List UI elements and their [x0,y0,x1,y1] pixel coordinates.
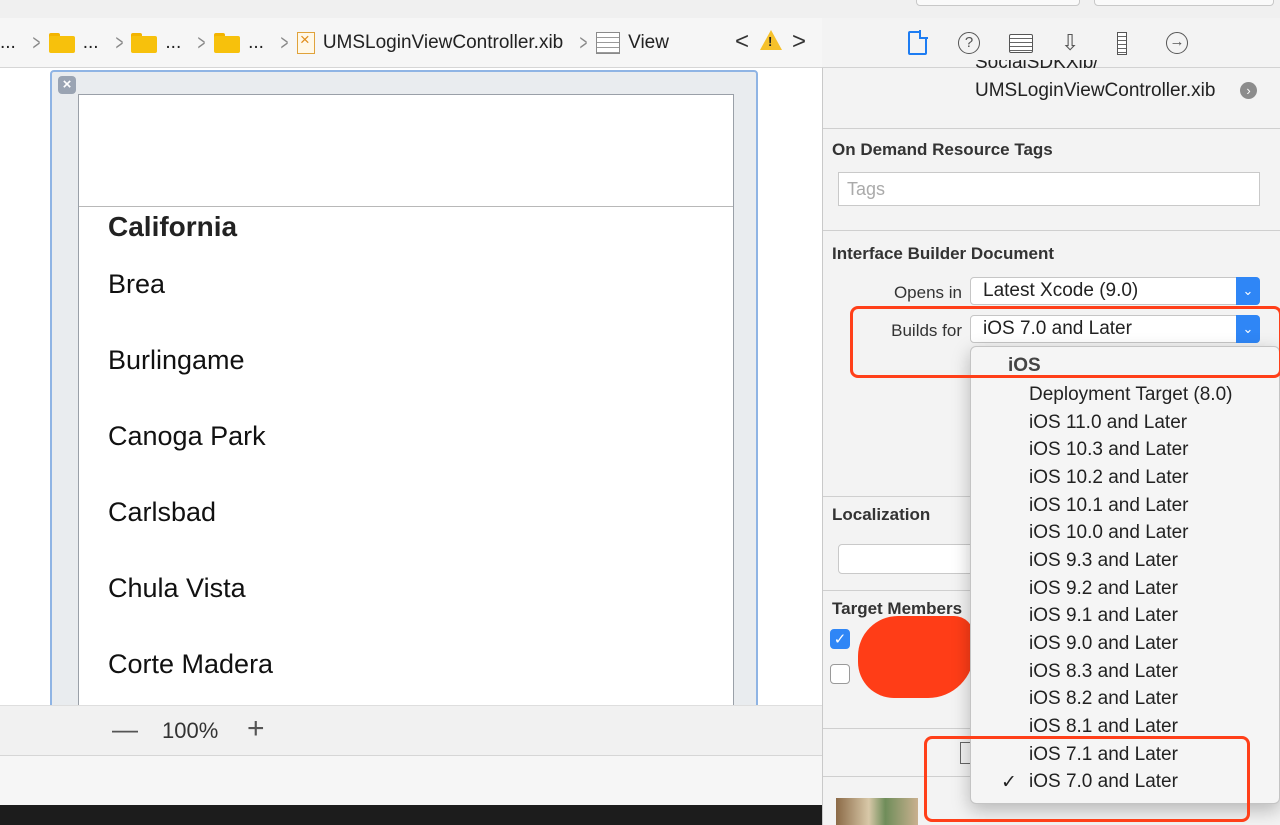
identity-inspector-icon[interactable] [1009,34,1033,53]
toolbar-button-group[interactable] [916,0,1080,6]
attributes-inspector-icon[interactable]: ⇩ [1061,30,1079,56]
table-row[interactable]: Chula Vista [108,573,246,604]
menu-item[interactable]: iOS 9.2 and Later [1029,578,1178,600]
media-thumbnail[interactable] [836,798,918,825]
view-icon [596,31,621,54]
section-divider [823,230,1280,231]
chevron-right-icon: > [115,29,123,55]
menu-item[interactable]: iOS 9.0 and Later [1029,633,1178,655]
table-header-view [79,95,733,207]
chevron-right-icon: > [280,29,289,55]
editor-status-bar [0,755,822,805]
table-row[interactable]: Canoga Park [108,421,266,452]
menu-item[interactable]: iOS 8.1 and Later [1029,716,1178,738]
opens-in-popup[interactable]: Latest Xcode (9.0) ⌄ [970,277,1260,305]
menu-item[interactable]: iOS 10.1 and Later [1029,495,1189,517]
chevron-down-icon: ⌄ [1236,277,1260,305]
jump-bar-view[interactable]: View [596,31,669,54]
window-toolbar-strip [0,0,1280,18]
close-icon[interactable]: × [58,76,76,94]
jump-bar: ... > ... > ... > ... > UMSLoginViewCont… [0,18,822,68]
localization-list[interactable] [838,544,978,574]
menu-item[interactable]: iOS 10.0 and Later [1029,522,1189,544]
chevron-right-icon: > [579,29,588,55]
table-row[interactable]: Brea [108,269,165,300]
toolbar-button-group[interactable] [1094,0,1274,6]
zoom-bar: — 100% + [0,705,822,755]
file-path-name: UMSLoginViewController.xib [975,80,1216,101]
menu-item[interactable]: iOS 10.2 and Later [1029,467,1189,489]
target-checkbox[interactable]: ✓ [830,629,850,649]
quick-help-icon[interactable]: ? [958,32,980,54]
localization-title: Localization [832,505,931,524]
jump-bar-folder[interactable]: ... [214,32,264,54]
warning-icon[interactable]: ! [760,30,782,50]
section-divider [823,128,1280,129]
annotation-box [850,306,1280,378]
table-row[interactable]: Burlingame [108,345,245,376]
reveal-arrow-icon[interactable]: › [1240,82,1257,99]
chevron-right-icon: > [32,29,41,55]
menu-item[interactable]: iOS 8.2 and Later [1029,688,1178,710]
menu-item[interactable]: iOS 11.0 and Later [1029,412,1187,434]
nav-back-icon[interactable]: < [735,28,749,56]
chevron-right-icon: > [197,29,206,55]
menu-item[interactable]: iOS 8.3 and Later [1029,661,1178,683]
nav-forward-icon[interactable]: > [792,28,806,56]
section-header: California [108,211,238,242]
folder-icon [131,32,158,53]
size-inspector-icon[interactable] [1117,32,1127,55]
device-frame: × California Brea Burlingame Canoga Park… [50,70,758,712]
menu-item[interactable]: iOS 9.1 and Later [1029,605,1178,627]
xib-file-icon [296,30,315,54]
connections-inspector-icon[interactable]: → [1166,32,1188,54]
ib-document-title: Interface Builder Document [832,244,1054,263]
table-row[interactable]: Corte Madera [108,649,273,680]
device-screen: California Brea Burlingame Canoga Park C… [78,94,734,712]
folder-icon [48,32,75,53]
jump-bar-folder[interactable]: ... [48,32,99,54]
jump-bar-file[interactable]: UMSLoginViewController.xib [296,30,563,54]
zoom-in-icon[interactable]: + [247,712,265,746]
annotation-box [924,736,1250,822]
opens-in-label: Opens in [893,283,962,302]
menu-item[interactable]: Deployment Target (8.0) [1029,384,1232,406]
file-path-partial: SocialSDKXib/ [975,60,1099,73]
table-row[interactable]: Carlsbad [108,497,216,528]
zoom-out-icon[interactable]: — [112,714,138,745]
zoom-level: 100% [162,718,219,743]
target-checkbox[interactable] [830,664,850,684]
menu-item[interactable]: iOS 9.3 and Later [1029,550,1178,572]
file-inspector-icon[interactable] [908,30,928,55]
redaction-mark [858,616,974,698]
jump-bar-folder[interactable]: ... [131,32,181,54]
on-demand-tags-title: On Demand Resource Tags [832,140,1053,159]
folder-icon [214,32,241,53]
tags-input[interactable]: Tags [838,172,1260,206]
menu-item[interactable]: iOS 10.3 and Later [1029,439,1189,461]
jump-bar-folder[interactable]: ... [0,32,16,54]
debug-area-edge [0,805,822,825]
